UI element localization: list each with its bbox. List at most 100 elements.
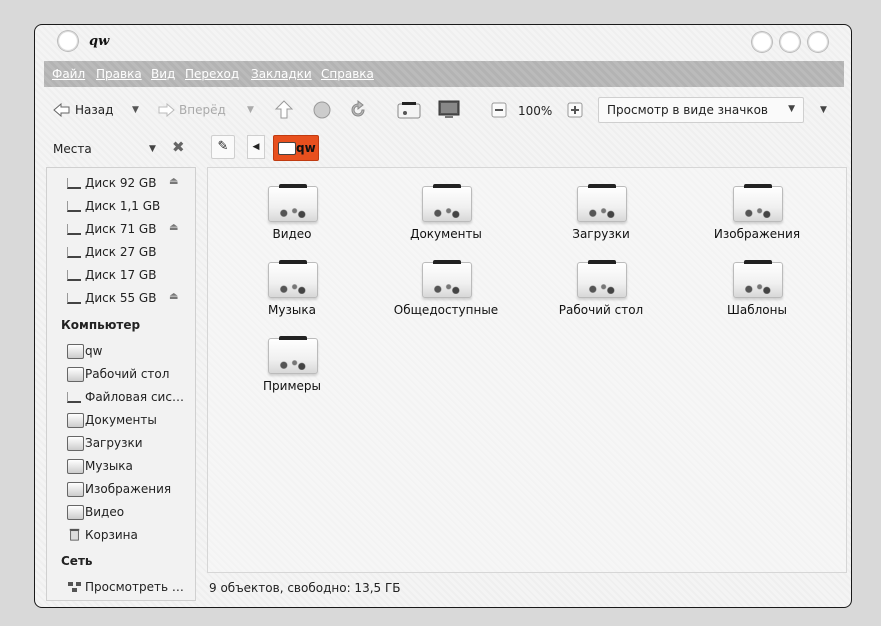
sidebar-item-label: Диск 27 GB xyxy=(85,245,157,259)
file-manager-window: qw Файл Правка Вид Переход Закладки Спра… xyxy=(34,24,852,608)
documents-folder-icon xyxy=(67,413,84,428)
downloads-folder-icon xyxy=(67,436,84,451)
eject-icon[interactable]: ⏏ xyxy=(169,291,178,302)
zoom-in-icon[interactable] xyxy=(566,98,584,122)
minimize-button[interactable] xyxy=(751,31,773,53)
edit-location-button[interactable]: ✎ xyxy=(211,135,235,159)
sidebar-type-dropdown[interactable]: ▼ xyxy=(149,144,156,154)
sidebar-item-label: Диск 1,1 GB xyxy=(85,199,161,213)
folder-label: Документы xyxy=(410,227,482,241)
forward-history-dropdown[interactable]: ▼ xyxy=(247,103,254,117)
folder-item[interactable]: Загрузки xyxy=(531,184,671,256)
folder-item[interactable]: Изображения xyxy=(687,184,827,256)
sidebar-item-label: Диск 17 GB xyxy=(85,268,157,282)
sidebar-item-drive[interactable]: Диск 17 GB xyxy=(47,264,195,286)
music-folder-icon xyxy=(67,459,84,474)
folder-item[interactable]: Документы xyxy=(376,184,516,256)
folder-item[interactable]: Музыка xyxy=(222,260,362,332)
sidebar-item-browse-network[interactable]: Просмотреть сеть xyxy=(47,576,195,598)
folder-label: Загрузки xyxy=(572,227,630,241)
menu-help[interactable]: Справка xyxy=(321,67,374,81)
forward-button[interactable]: Вперёд xyxy=(156,98,226,122)
eject-icon[interactable]: ⏏ xyxy=(169,222,178,233)
videos-folder-icon xyxy=(67,505,84,520)
folder-item[interactable]: Видео xyxy=(222,184,362,256)
forward-label: Вперёд xyxy=(179,103,226,117)
up-arrow-icon[interactable] xyxy=(272,98,296,122)
path-scroll-left-button[interactable]: ◀ xyxy=(247,135,265,159)
sidebar-close-icon[interactable]: ✖ xyxy=(172,138,185,156)
sidebar-item-documents[interactable]: Документы xyxy=(47,409,195,431)
sidebar-item-label: Изображения xyxy=(85,482,172,496)
folder-label: Видео xyxy=(272,227,312,241)
filesystem-icon xyxy=(67,392,81,403)
folder-icon xyxy=(268,260,318,298)
network-icon xyxy=(68,582,81,592)
view-mode-select[interactable]: Просмотр в виде значков ▼ xyxy=(598,97,804,123)
sidebar-item-label: Музыка xyxy=(85,459,133,473)
folder-label: Общедоступные xyxy=(393,303,499,317)
zoom-out-icon[interactable] xyxy=(490,98,508,122)
folder-item[interactable]: Общедоступные xyxy=(376,260,516,332)
window-title: qw xyxy=(89,34,110,49)
folder-icon xyxy=(733,260,783,298)
sidebar-heading-network: Сеть xyxy=(61,554,93,568)
back-history-dropdown[interactable]: ▼ xyxy=(132,103,139,117)
menu-view[interactable]: Вид xyxy=(151,67,175,81)
sidebar-item-drive[interactable]: Диск 92 GB ⏏ xyxy=(47,172,195,194)
sidebar-item-downloads[interactable]: Загрузки xyxy=(47,432,195,454)
sidebar-heading-computer: Компьютер xyxy=(61,318,141,332)
sidebar-item-music[interactable]: Музыка xyxy=(47,455,195,477)
back-arrow-icon xyxy=(53,102,70,118)
menu-bookmarks[interactable]: Закладки xyxy=(251,67,312,81)
sidebar-item-label: Корзина xyxy=(85,528,138,542)
folder-label: Изображения xyxy=(713,227,801,241)
back-button[interactable]: Назад xyxy=(52,98,113,122)
sidebar-item-drive[interactable]: Диск 55 GB ⏏ xyxy=(47,287,195,309)
folder-item[interactable]: Примеры xyxy=(222,336,362,408)
toolbar-overflow-arrow[interactable]: ▼ xyxy=(820,105,827,115)
reload-icon[interactable] xyxy=(346,98,370,122)
view-mode-value: Просмотр в виде значков xyxy=(607,103,768,117)
location-bar: ✎ ◀ qw xyxy=(209,133,849,163)
sidebar: Диск 92 GB ⏏ Диск 1,1 GB Диск 71 GB ⏏ Ди… xyxy=(46,167,196,601)
menu-file[interactable]: Файл xyxy=(52,67,85,81)
maximize-button[interactable] xyxy=(779,31,801,53)
folder-icon xyxy=(268,336,318,374)
sidebar-item-label: Просмотреть сеть xyxy=(85,580,189,594)
trash-icon xyxy=(69,528,80,541)
stop-icon[interactable] xyxy=(310,98,334,122)
sidebar-item-drive[interactable]: Диск 27 GB xyxy=(47,241,195,263)
eject-icon[interactable]: ⏏ xyxy=(169,176,178,187)
sidebar-item-filesystem[interactable]: Файловая система xyxy=(47,386,195,408)
home-folder-icon xyxy=(278,142,296,155)
file-view[interactable]: Видео Документы Загрузки Изображения Муз… xyxy=(207,167,847,573)
menu-edit[interactable]: Правка xyxy=(96,67,142,81)
breadcrumb-label: qw xyxy=(296,141,316,155)
breadcrumb-current[interactable]: qw xyxy=(273,135,319,161)
menu-go[interactable]: Переход xyxy=(185,67,239,81)
sidebar-item-trash[interactable]: Корзина xyxy=(47,524,195,546)
desktop-folder-icon xyxy=(67,367,84,382)
folder-item[interactable]: Рабочий стол xyxy=(531,260,671,332)
sidebar-item-pictures[interactable]: Изображения xyxy=(47,478,195,500)
pencil-icon: ✎ xyxy=(217,139,229,154)
folder-icon xyxy=(268,184,318,222)
sidebar-item-home[interactable]: qw xyxy=(47,340,195,362)
sidebar-item-drive[interactable]: Диск 1,1 GB xyxy=(47,195,195,217)
sidebar-item-desktop[interactable]: Рабочий стол xyxy=(47,363,195,385)
drive-icon xyxy=(67,247,81,258)
home-folder-icon[interactable] xyxy=(396,98,422,122)
sidebar-item-label: Файловая система xyxy=(85,390,189,404)
window-menu-icon[interactable] xyxy=(57,30,79,52)
close-button[interactable] xyxy=(807,31,829,53)
status-bar: 9 объектов, свободно: 13,5 ГБ xyxy=(209,581,401,595)
home-folder-icon xyxy=(67,344,84,359)
folder-item[interactable]: Шаблоны xyxy=(687,260,827,332)
computer-icon[interactable] xyxy=(436,98,462,122)
folder-label: Рабочий стол xyxy=(558,303,644,317)
sidebar-item-drive[interactable]: Диск 71 GB ⏏ xyxy=(47,218,195,240)
folder-icon xyxy=(733,184,783,222)
sidebar-item-videos[interactable]: Видео xyxy=(47,501,195,523)
title-bar[interactable]: qw xyxy=(35,25,851,59)
